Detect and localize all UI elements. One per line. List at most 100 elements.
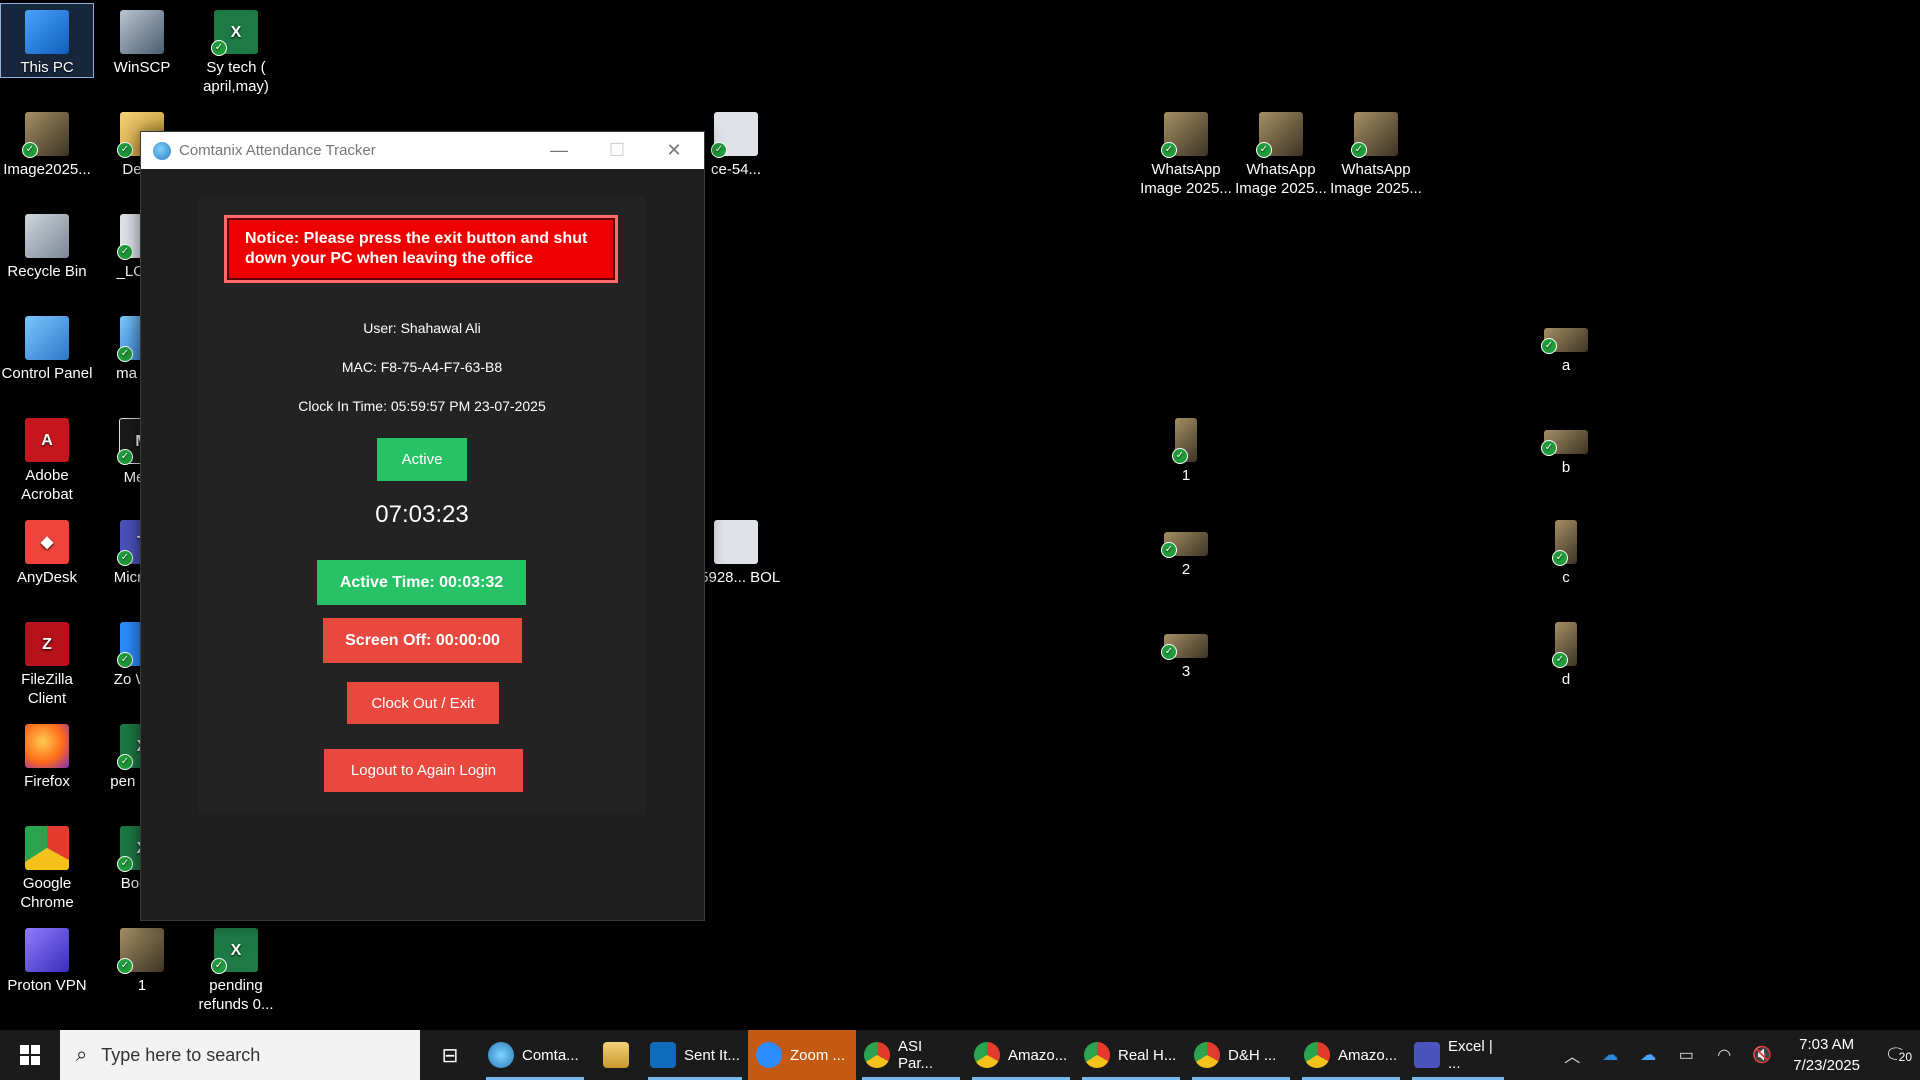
onedrive-icon[interactable]: ☁ xyxy=(1591,1045,1629,1065)
chrome-icon xyxy=(1084,1042,1110,1068)
taskbar: ⌕ Type here to search ⊟ Comta... Sent It… xyxy=(0,1030,1920,1080)
desktop-icon-whatsapp-1[interactable]: ✓ WhatsApp Image 2025... xyxy=(1140,106,1232,198)
file-explorer-icon xyxy=(603,1042,629,1068)
taskbar-item-teams-excel[interactable]: Excel | ... xyxy=(1406,1030,1510,1080)
status-badge: Active xyxy=(377,438,467,481)
desktop-icon-label: Image2025... xyxy=(3,161,91,178)
taskbar-item-file-explorer[interactable] xyxy=(590,1030,642,1080)
comtanix-icon xyxy=(488,1042,514,1068)
desktop-icon-adobe-acrobat[interactable]: A Adobe Acrobat xyxy=(1,412,93,504)
filezilla-icon: Z xyxy=(25,622,69,666)
window-titlebar[interactable]: Comtanix Attendance Tracker — ☐ ✕ xyxy=(141,132,704,169)
taskbar-item-zoom[interactable]: Zoom ... xyxy=(748,1030,856,1080)
desktop-icon-label: Sy tech ( april,may) xyxy=(203,59,269,95)
desktop-icon-label: c xyxy=(1562,569,1570,586)
taskbar-item-label: Amazo... xyxy=(1338,1046,1398,1064)
battery-warning-icon[interactable]: ▭ xyxy=(1667,1045,1705,1065)
chrome-icon xyxy=(1304,1042,1330,1068)
desktop-icon-anydesk[interactable]: ◆ AnyDesk xyxy=(1,514,93,587)
taskbar-item-label: ASI Par... xyxy=(898,1038,934,1072)
desktop-icon-proton-vpn[interactable]: Proton VPN xyxy=(1,922,93,995)
desktop-icon-label: 2 xyxy=(1181,561,1191,578)
start-button[interactable] xyxy=(0,1030,60,1080)
desktop-icon-firefox[interactable]: Firefox xyxy=(1,718,93,791)
excel-file-icon: X✓ xyxy=(211,928,258,974)
active-time-display: Active Time: 00:03:32 xyxy=(317,560,526,605)
desktop-icon-google-chrome[interactable]: Google Chrome xyxy=(1,820,93,912)
screen-off-display: Screen Off: 00:00:00 xyxy=(323,618,522,663)
task-view-button[interactable]: ⊟ xyxy=(420,1030,480,1080)
desktop-icon-sy-tech[interactable]: X ✓ Sy tech ( april,may) xyxy=(190,4,282,96)
desktop-icon-1[interactable]: ✓ 1 xyxy=(96,922,188,995)
taskbar-item-chrome-real[interactable]: Real H... xyxy=(1076,1030,1186,1080)
desktop-icon-image2025[interactable]: ✓ Image2025... xyxy=(1,106,93,179)
desktop-icon-photo-a[interactable]: ✓ a xyxy=(1520,310,1612,375)
desktop-icon-photo-1[interactable]: ✓ 1 xyxy=(1140,412,1232,485)
taskbar-item-chrome-amazon-2[interactable]: Amazo... xyxy=(1296,1030,1406,1080)
document-icon xyxy=(714,520,758,564)
winscp-icon xyxy=(120,10,164,54)
desktop-icon-recycle-bin[interactable]: Recycle Bin xyxy=(1,208,93,281)
mac-label: MAC: F8-75-A4-F7-63-B8 xyxy=(341,359,503,375)
desktop-icon-pending-refunds[interactable]: X ✓ pending refunds 0... xyxy=(190,922,282,1014)
desktop-icon-label: Adobe Acrobat xyxy=(21,467,73,503)
desktop-icon-label: This PC xyxy=(20,59,74,76)
taskbar-item-label: Sent It... xyxy=(684,1046,740,1064)
desktop-icon-label: AnyDesk xyxy=(16,569,78,586)
desktop-icon-control-panel[interactable]: Control Panel xyxy=(1,310,93,383)
taskbar-item-label: D&H ... xyxy=(1228,1046,1277,1064)
desktop-icon-label: Google Chrome xyxy=(20,875,74,911)
desktop-icon-whatsapp-2[interactable]: ✓ WhatsApp Image 2025... xyxy=(1235,106,1327,198)
desktop-icon-photo-2[interactable]: ✓ 2 xyxy=(1140,514,1232,579)
image-file-icon: ✓ xyxy=(1161,112,1208,158)
maximize-button[interactable]: ☐ xyxy=(589,132,645,169)
window-title: Comtanix Attendance Tracker xyxy=(179,142,376,159)
desktop-icon-filezilla[interactable]: Z FileZilla Client xyxy=(1,616,93,708)
taskbar-item-comtanix[interactable]: Comta... xyxy=(480,1030,590,1080)
image-file-icon: ✓ xyxy=(22,112,69,158)
minimize-button[interactable]: — xyxy=(531,132,587,169)
taskbar-item-chrome-amazon-1[interactable]: Amazo... xyxy=(966,1030,1076,1080)
notice-banner: Notice: Please press the exit button and… xyxy=(224,215,618,283)
desktop-icon-photo-b[interactable]: ✓ b xyxy=(1520,412,1612,477)
taskbar-clock[interactable]: 7:03 AM 7/23/2025 xyxy=(1781,1034,1872,1076)
chrome-icon xyxy=(974,1042,1000,1068)
taskbar-item-label: Zoom ... xyxy=(790,1046,846,1064)
chevron-up-icon[interactable]: ︿ xyxy=(1553,1043,1591,1067)
taskbar-item-outlook[interactable]: Sent It... xyxy=(642,1030,748,1080)
logout-button[interactable]: Logout to Again Login xyxy=(324,749,523,792)
wifi-icon[interactable]: ◠ xyxy=(1705,1045,1743,1065)
desktop-icon-this-pc[interactable]: This PC xyxy=(0,3,94,78)
desktop-icon-photo-d[interactable]: ✓ d xyxy=(1520,616,1612,689)
chrome-icon xyxy=(1194,1042,1220,1068)
desktop-icon-photo-c[interactable]: ✓ c xyxy=(1520,514,1612,587)
chrome-icon xyxy=(864,1042,890,1068)
onedrive-business-icon[interactable]: ☁ xyxy=(1629,1045,1667,1065)
desktop-icon-label: Control Panel xyxy=(1,365,93,382)
proton-vpn-icon xyxy=(25,928,69,972)
desktop-icon-winscp[interactable]: WinSCP xyxy=(96,4,188,77)
notification-center-button[interactable]: 🗨 20 xyxy=(1872,1045,1920,1066)
clock-time: 7:03 AM xyxy=(1799,1036,1855,1053)
desktop-icon-whatsapp-3[interactable]: ✓ WhatsApp Image 2025... xyxy=(1330,106,1422,198)
image-file-icon: ✓ xyxy=(1161,532,1208,558)
taskbar-item-chrome-asi[interactable]: ASI Par... xyxy=(856,1030,966,1080)
close-button[interactable]: ✕ xyxy=(646,132,702,169)
taskbar-item-chrome-dh[interactable]: D&H ... xyxy=(1186,1030,1296,1080)
desktop-icon-photo-3[interactable]: ✓ 3 xyxy=(1140,616,1232,681)
teams-icon xyxy=(1414,1042,1440,1068)
clock-date: 7/23/2025 xyxy=(1793,1057,1860,1074)
volume-muted-icon[interactable]: 🔇 xyxy=(1743,1045,1781,1065)
outlook-icon xyxy=(650,1042,676,1068)
control-panel-icon xyxy=(25,316,69,360)
desktop-icon-label: b xyxy=(1561,459,1571,476)
user-label: User: Shahawal Ali xyxy=(363,320,481,336)
task-view-icon: ⊟ xyxy=(441,1044,459,1067)
image-file-icon: ✓ xyxy=(1172,418,1197,464)
taskbar-item-label: Comta... xyxy=(522,1046,579,1064)
taskbar-search[interactable]: ⌕ Type here to search xyxy=(60,1030,420,1080)
image-file-icon: ✓ xyxy=(1256,112,1303,158)
clock-out-button[interactable]: Clock Out / Exit xyxy=(347,682,499,724)
search-placeholder: Type here to search xyxy=(101,1044,261,1065)
desktop-icon-label: d xyxy=(1561,671,1571,688)
